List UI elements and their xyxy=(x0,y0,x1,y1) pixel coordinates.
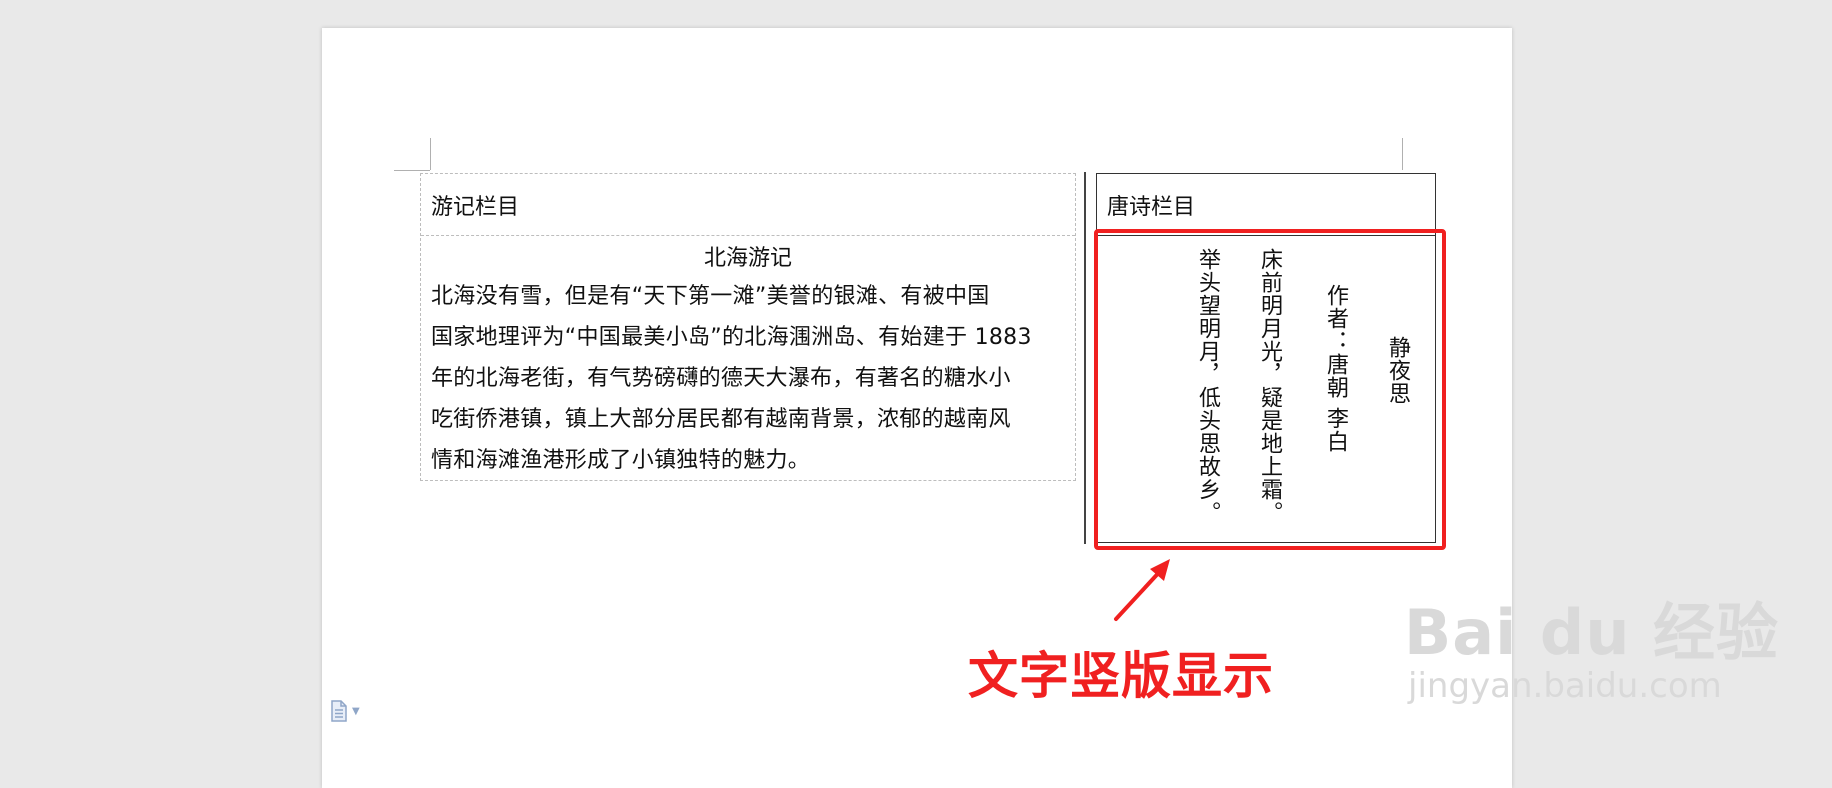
article-line: 年的北海老街，有气势磅礴的德天大瀑布，有著名的糖水小 xyxy=(431,366,1011,391)
article-title: 北海游记 xyxy=(703,246,792,271)
article-line: 北海没有雪，但是有“天下第一滩”美誉的银滩、有被中国 xyxy=(431,284,990,309)
chevron-down-icon: ▼ xyxy=(352,705,360,717)
paste-options[interactable]: ▼ xyxy=(330,700,360,722)
travel-table[interactable]: 游记栏目 北海游记 北海没有雪，但是有“天下第一滩”美誉的银滩、有被中国 国家地… xyxy=(420,173,1076,481)
arrow-icon xyxy=(1114,559,1170,621)
document-icon xyxy=(331,700,347,722)
annotation-caption: 文字竖版显示 xyxy=(968,647,1274,705)
article-line: 情和海滩渔港形成了小镇独特的魅力。 xyxy=(431,448,811,473)
article-line: 吃街侨港镇，镇上大部分居民都有越南背景，浓郁的越南风 xyxy=(431,407,1011,432)
column-divider xyxy=(1084,172,1086,544)
margin-corner-mark xyxy=(394,170,430,171)
travel-section-label: 游记栏目 xyxy=(431,194,520,220)
margin-corner-mark xyxy=(1402,138,1403,170)
margin-corner-mark xyxy=(430,138,431,170)
article-line: 国家地理评为“中国最美小岛”的北海涠洲岛、有始建于 1883 xyxy=(431,325,1032,350)
travel-content-cell[interactable]: 北海游记 北海没有雪，但是有“天下第一滩”美誉的银滩、有被中国 国家地理评为“中… xyxy=(421,236,1075,481)
poem-section-label: 唐诗栏目 xyxy=(1107,194,1196,220)
travel-header-cell[interactable]: 游记栏目 xyxy=(421,174,1075,236)
poem-header-cell[interactable]: 唐诗栏目 xyxy=(1097,174,1435,236)
highlight-rectangle xyxy=(1094,229,1446,550)
